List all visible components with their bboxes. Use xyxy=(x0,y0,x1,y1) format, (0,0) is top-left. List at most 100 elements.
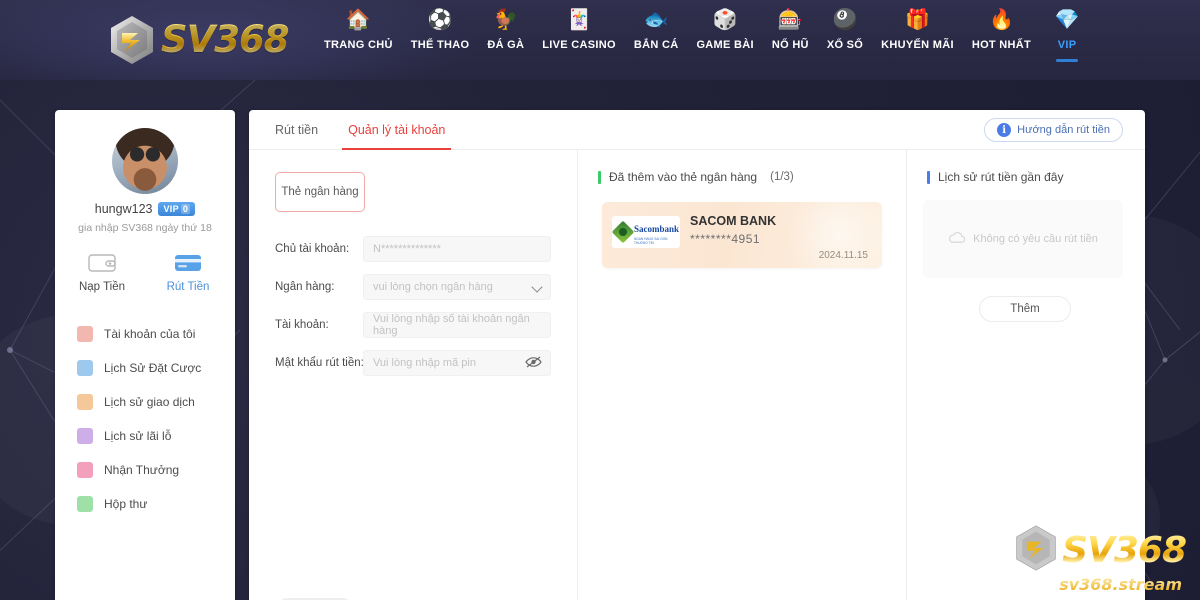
withdraw-history-title: Lịch sử rút tiền gần đây xyxy=(938,170,1064,184)
dice-icon: 🎲 xyxy=(712,9,738,31)
nav-item-label: KHUYẾN MÃI xyxy=(881,39,954,51)
nav-item-label: TRANG CHỦ xyxy=(324,39,393,51)
withdraw-guide-button[interactable]: i Hướng dẫn rút tiền xyxy=(984,118,1123,142)
sidebar-item-label: Lịch sử lãi lỗ xyxy=(104,429,172,443)
account-icon xyxy=(77,326,93,342)
nav-item-3[interactable]: 🐓 ĐÁ GÀ xyxy=(478,8,533,51)
field-label: Tài khoản: xyxy=(275,319,329,331)
page-body: hungw123 VIP 0 gia nhập SV368 ngày thứ 1… xyxy=(0,80,1200,600)
sidebar-menu: Tài khoản của tôi Lịch Sử Đặt Cược Lịch sử… xyxy=(55,317,235,521)
withdraw-history-header: Lịch sử rút tiền gần đây xyxy=(927,170,1143,184)
field-label: Chủ tài khoản: xyxy=(275,243,350,255)
lottery-balls-icon: 🎱 xyxy=(832,9,858,31)
nav-item-8[interactable]: 🎱 XỔ SỐ xyxy=(818,8,872,51)
bank-form-column: Thẻ ngân hàng Chủ tài khoản: N***********… xyxy=(249,150,578,600)
field-value: Vui lòng nhập mã pin xyxy=(373,357,476,369)
nav-item-5[interactable]: 🐟 BẮN CÁ xyxy=(625,8,688,51)
nav-item-label: VIP xyxy=(1057,39,1077,51)
wallet-action-1[interactable]: Nạp Tiền xyxy=(74,252,130,293)
nav-item-label: LIVE CASINO xyxy=(542,39,616,51)
brand-logo[interactable]: SV368 xyxy=(108,14,298,66)
avatar[interactable] xyxy=(112,128,178,194)
saved-cards-title: Đã thêm vào thẻ ngân hàng xyxy=(609,170,758,184)
nav-item-9[interactable]: 🎁 KHUYẾN MÃI xyxy=(872,8,963,51)
saved-cards-header: Đã thêm vào thẻ ngân hàng (1/3) xyxy=(598,170,906,184)
field-row-2: Ngân hàng: vui lòng chọn ngân hàng xyxy=(275,274,577,300)
fish-icon: 🐟 xyxy=(643,9,669,31)
eye-toggle-icon[interactable] xyxy=(525,355,542,372)
wallet-icon xyxy=(87,252,117,274)
sidebar-item-5[interactable]: Nhận Thưởng xyxy=(55,453,235,487)
wallet-action-2[interactable]: Rút Tiền xyxy=(160,252,216,293)
bank-select[interactable]: vui lòng chọn ngân hàng xyxy=(363,274,551,300)
nav-item-6[interactable]: 🎲 GAME BÀI xyxy=(687,8,762,51)
vip-badge-level: 0 xyxy=(180,204,191,214)
avatar-wrapper xyxy=(55,128,235,194)
sacombank-logo-icon: Sacombank NGAN HANG SAI GON THUONG TIN xyxy=(611,216,680,248)
bank-form-fields: Chủ tài khoản: N************** Ngân hàng: v… xyxy=(249,236,577,376)
fire-icon: 🔥 xyxy=(988,9,1014,31)
sidebar-item-label: Nhận Thưởng xyxy=(104,463,180,477)
tab-bar: Rút tiền Quản lý tài khoản i Hướng dẫn rú… xyxy=(249,110,1145,150)
username-row: hungw123 VIP 0 xyxy=(55,202,235,216)
nav-item-10[interactable]: 🔥 HOT NHẤT xyxy=(963,8,1040,51)
sidebar-item-2[interactable]: Lịch Sử Đặt Cược xyxy=(55,351,235,385)
field-value: vui lòng chọn ngân hàng xyxy=(373,281,493,293)
watermark-text: SV368 xyxy=(1062,530,1187,571)
field-label: Mật khẩu rút tiền: xyxy=(275,357,364,369)
empty-history-text: Không có yêu cầu rút tiền xyxy=(973,233,1098,245)
card-glow xyxy=(782,190,892,280)
hex-logo-icon xyxy=(108,14,156,66)
bank-card-name: SACOM BANK xyxy=(690,214,777,228)
saved-cards-column: Đã thêm vào thẻ ngân hàng (1/3) Sacomban… xyxy=(578,150,907,600)
reward-icon xyxy=(77,462,93,478)
site-header: SV368 🏠 TRANG CHỦ ⚽ THỂ THAO 🐓 ĐÁ GÀ 🃏 LIVE CAS… xyxy=(0,0,1200,80)
sidebar-item-label: Lịch Sử Đặt Cược xyxy=(104,361,202,375)
nav-item-label: HOT NHẤT xyxy=(971,39,1032,51)
content-columns: Thẻ ngân hàng Chủ tài khoản: N***********… xyxy=(249,150,1145,600)
nav-item-4[interactable]: 🃏 LIVE CASINO xyxy=(533,8,625,51)
nav-item-7[interactable]: 🎰 NỔ HŨ xyxy=(763,8,818,51)
field-value: N************** xyxy=(373,243,441,255)
sidebar-item-3[interactable]: Lịch sử giao dịch xyxy=(55,385,235,419)
username-label: hungw123 xyxy=(94,202,153,216)
withdraw-pin-field[interactable]: Vui lòng nhập mã pin xyxy=(363,350,551,376)
sidebar-item-label: Lịch sử giao dịch xyxy=(104,395,195,409)
tabs-host: Rút tiền Quản lý tài khoản xyxy=(275,110,452,150)
nav-active-underline xyxy=(1056,59,1079,62)
nav-item-label: THỂ THAO xyxy=(410,39,470,51)
user-sidebar: hungw123 VIP 0 gia nhập SV368 ngày thứ 1… xyxy=(55,110,235,600)
profit-loss-icon xyxy=(77,428,93,444)
bank-card-item[interactable]: Sacombank NGAN HANG SAI GON THUONG TIN S… xyxy=(602,190,892,280)
add-card-button[interactable]: Thêm xyxy=(979,296,1071,322)
sidebar-item-label: Tài khoản của tôi xyxy=(104,327,196,341)
nav-item-1[interactable]: 🏠 TRANG CHỦ xyxy=(315,8,402,51)
tab-1[interactable]: Rút tiền xyxy=(275,110,318,150)
sidebar-item-4[interactable]: Lịch sử lãi lỗ xyxy=(55,419,235,453)
bank-logo-subtext: NGAN HANG SAI GON THUONG TIN xyxy=(634,237,668,245)
rooster-icon: 🐓 xyxy=(493,9,519,31)
bank-logo-text: Sacombank xyxy=(634,224,680,234)
house-icon: 🏠 xyxy=(345,9,371,31)
nav-item-label: BẮN CÁ xyxy=(633,39,679,51)
sidebar-item-1[interactable]: Tài khoản của tôi xyxy=(55,317,235,351)
field-row-4: Mật khẩu rút tiền: Vui lòng nhập mã pin xyxy=(275,350,577,376)
account-holder-field[interactable]: N************** xyxy=(363,236,551,262)
tab-2[interactable]: Quản lý tài khoản xyxy=(342,110,452,150)
wallet-actions: Nạp Tiền Rút Tiền xyxy=(55,252,235,293)
transaction-icon xyxy=(77,394,93,410)
bet-history-icon xyxy=(77,360,93,376)
bank-card-chip[interactable]: Thẻ ngân hàng xyxy=(275,172,365,212)
account-number-field[interactable]: Vui lòng nhập số tài khoản ngân hàng xyxy=(363,312,551,338)
nav-item-11[interactable]: 💎 VIP xyxy=(1040,8,1094,62)
section-accent-bar xyxy=(598,170,601,184)
nav-item-2[interactable]: ⚽ THỂ THAO xyxy=(402,8,479,51)
cloud-empty-icon xyxy=(948,230,966,249)
vip-badge: VIP 0 xyxy=(158,202,196,216)
sidebar-item-6[interactable]: Hộp thư xyxy=(55,487,235,521)
bank-card-date: 2024.11.15 xyxy=(818,250,868,261)
info-icon: i xyxy=(997,123,1012,137)
playing-cards-icon: 🃏 xyxy=(566,9,592,31)
gift-icon: 🎁 xyxy=(905,9,930,31)
field-label: Ngân hàng: xyxy=(275,281,335,293)
